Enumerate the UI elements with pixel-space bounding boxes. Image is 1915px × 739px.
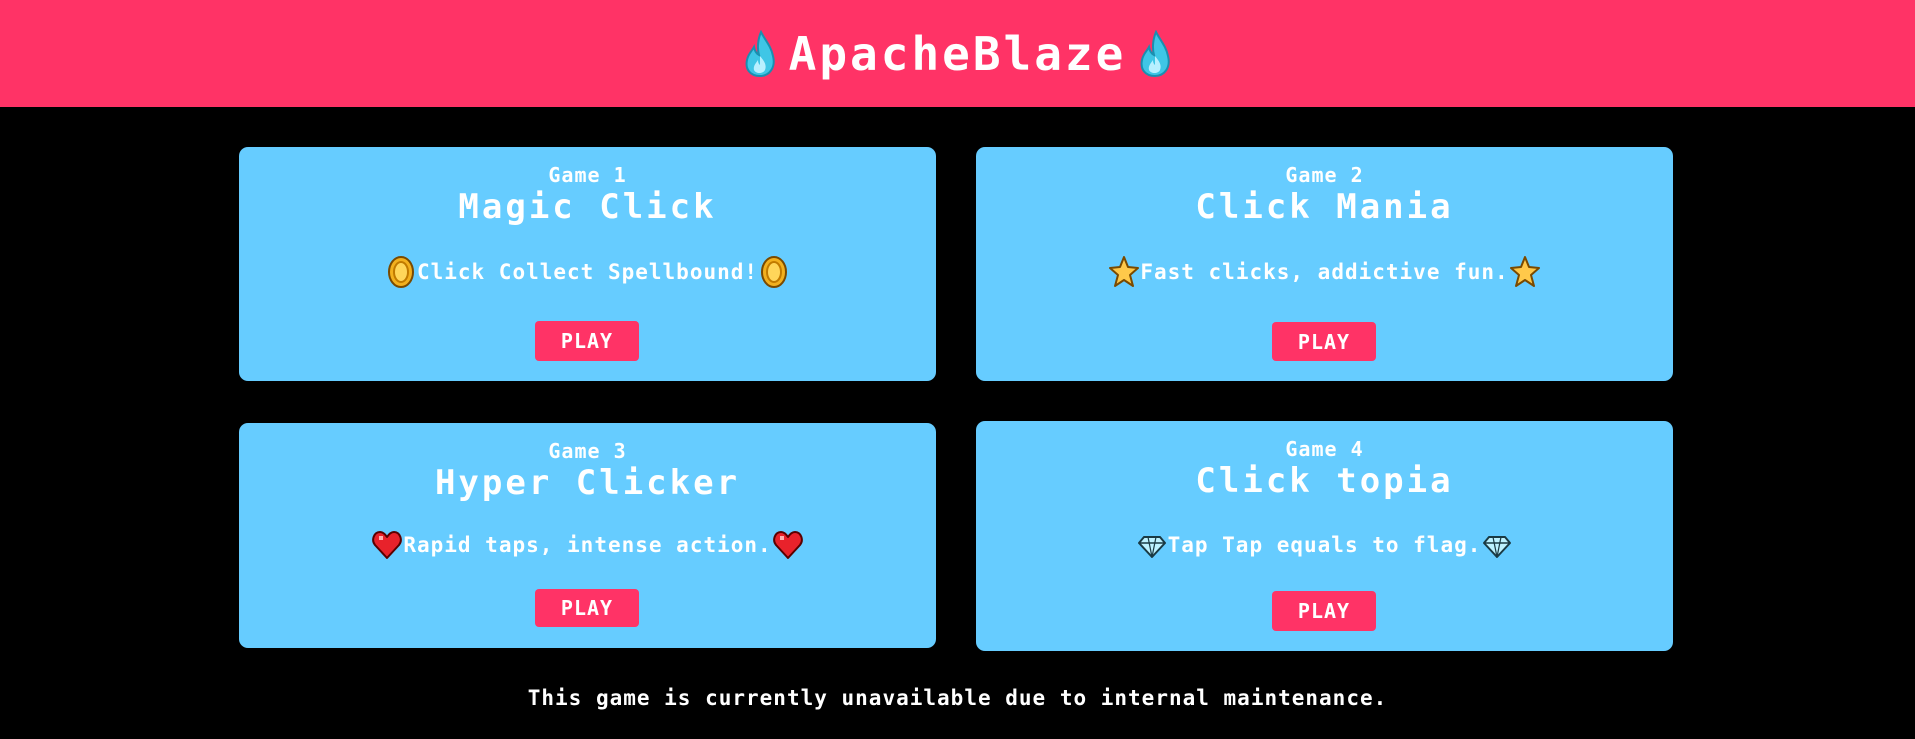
gold-coin-icon <box>761 256 788 288</box>
star-icon <box>1509 256 1540 287</box>
game-description: Tap Tap equals to flag. <box>976 528 1673 562</box>
game-title: Click topia <box>1195 461 1454 501</box>
heart-icon <box>372 531 403 559</box>
game-label: Game 2 <box>1285 163 1364 187</box>
game-description-text: Rapid taps, intense action. <box>403 533 772 557</box>
game-description: Fast clicks, addictive fun. <box>976 255 1673 289</box>
game-title: Hyper Clicker <box>434 463 741 503</box>
game-title: Click Mania <box>1195 187 1454 227</box>
site-title: ApacheBlaze <box>788 26 1127 81</box>
diamond-icon <box>1483 536 1512 558</box>
play-button[interactable]: PLAY <box>1272 591 1376 631</box>
game-description-text: Click Collect Spellbound! <box>416 260 759 284</box>
game-card-1: Game 1 Magic Click Click Collect Spellbo… <box>239 147 936 381</box>
star-icon <box>1109 256 1140 287</box>
game-card-3: Game 3 Hyper Clicker Rapid taps, intense… <box>239 423 936 648</box>
game-label: Game 1 <box>548 163 627 187</box>
heart-icon <box>772 531 803 559</box>
play-button[interactable]: PLAY <box>1272 322 1376 361</box>
game-label: Game 4 <box>1285 437 1364 461</box>
gold-coin-icon <box>387 256 414 288</box>
play-button[interactable]: PLAY <box>535 589 639 627</box>
game-description-text: Tap Tap equals to flag. <box>1167 533 1482 557</box>
blue-flame-icon <box>745 29 775 77</box>
game-card-2: Game 2 Click Mania Fast clicks, addictiv… <box>976 147 1673 381</box>
game-card-4: Game 4 Click topia Tap Tap equals to fla… <box>976 421 1673 651</box>
game-description: Rapid taps, intense action. <box>239 528 936 562</box>
blue-flame-icon <box>1140 29 1170 77</box>
diamond-icon <box>1137 536 1166 558</box>
maintenance-notice: This game is currently unavailable due t… <box>527 686 1388 710</box>
game-description-text: Fast clicks, addictive fun. <box>1140 260 1509 284</box>
game-label: Game 3 <box>548 439 627 463</box>
site-header: ApacheBlaze <box>0 0 1915 107</box>
game-title: Magic Click <box>458 187 717 227</box>
game-description: Click Collect Spellbound! <box>239 255 936 289</box>
play-button[interactable]: PLAY <box>535 321 639 361</box>
